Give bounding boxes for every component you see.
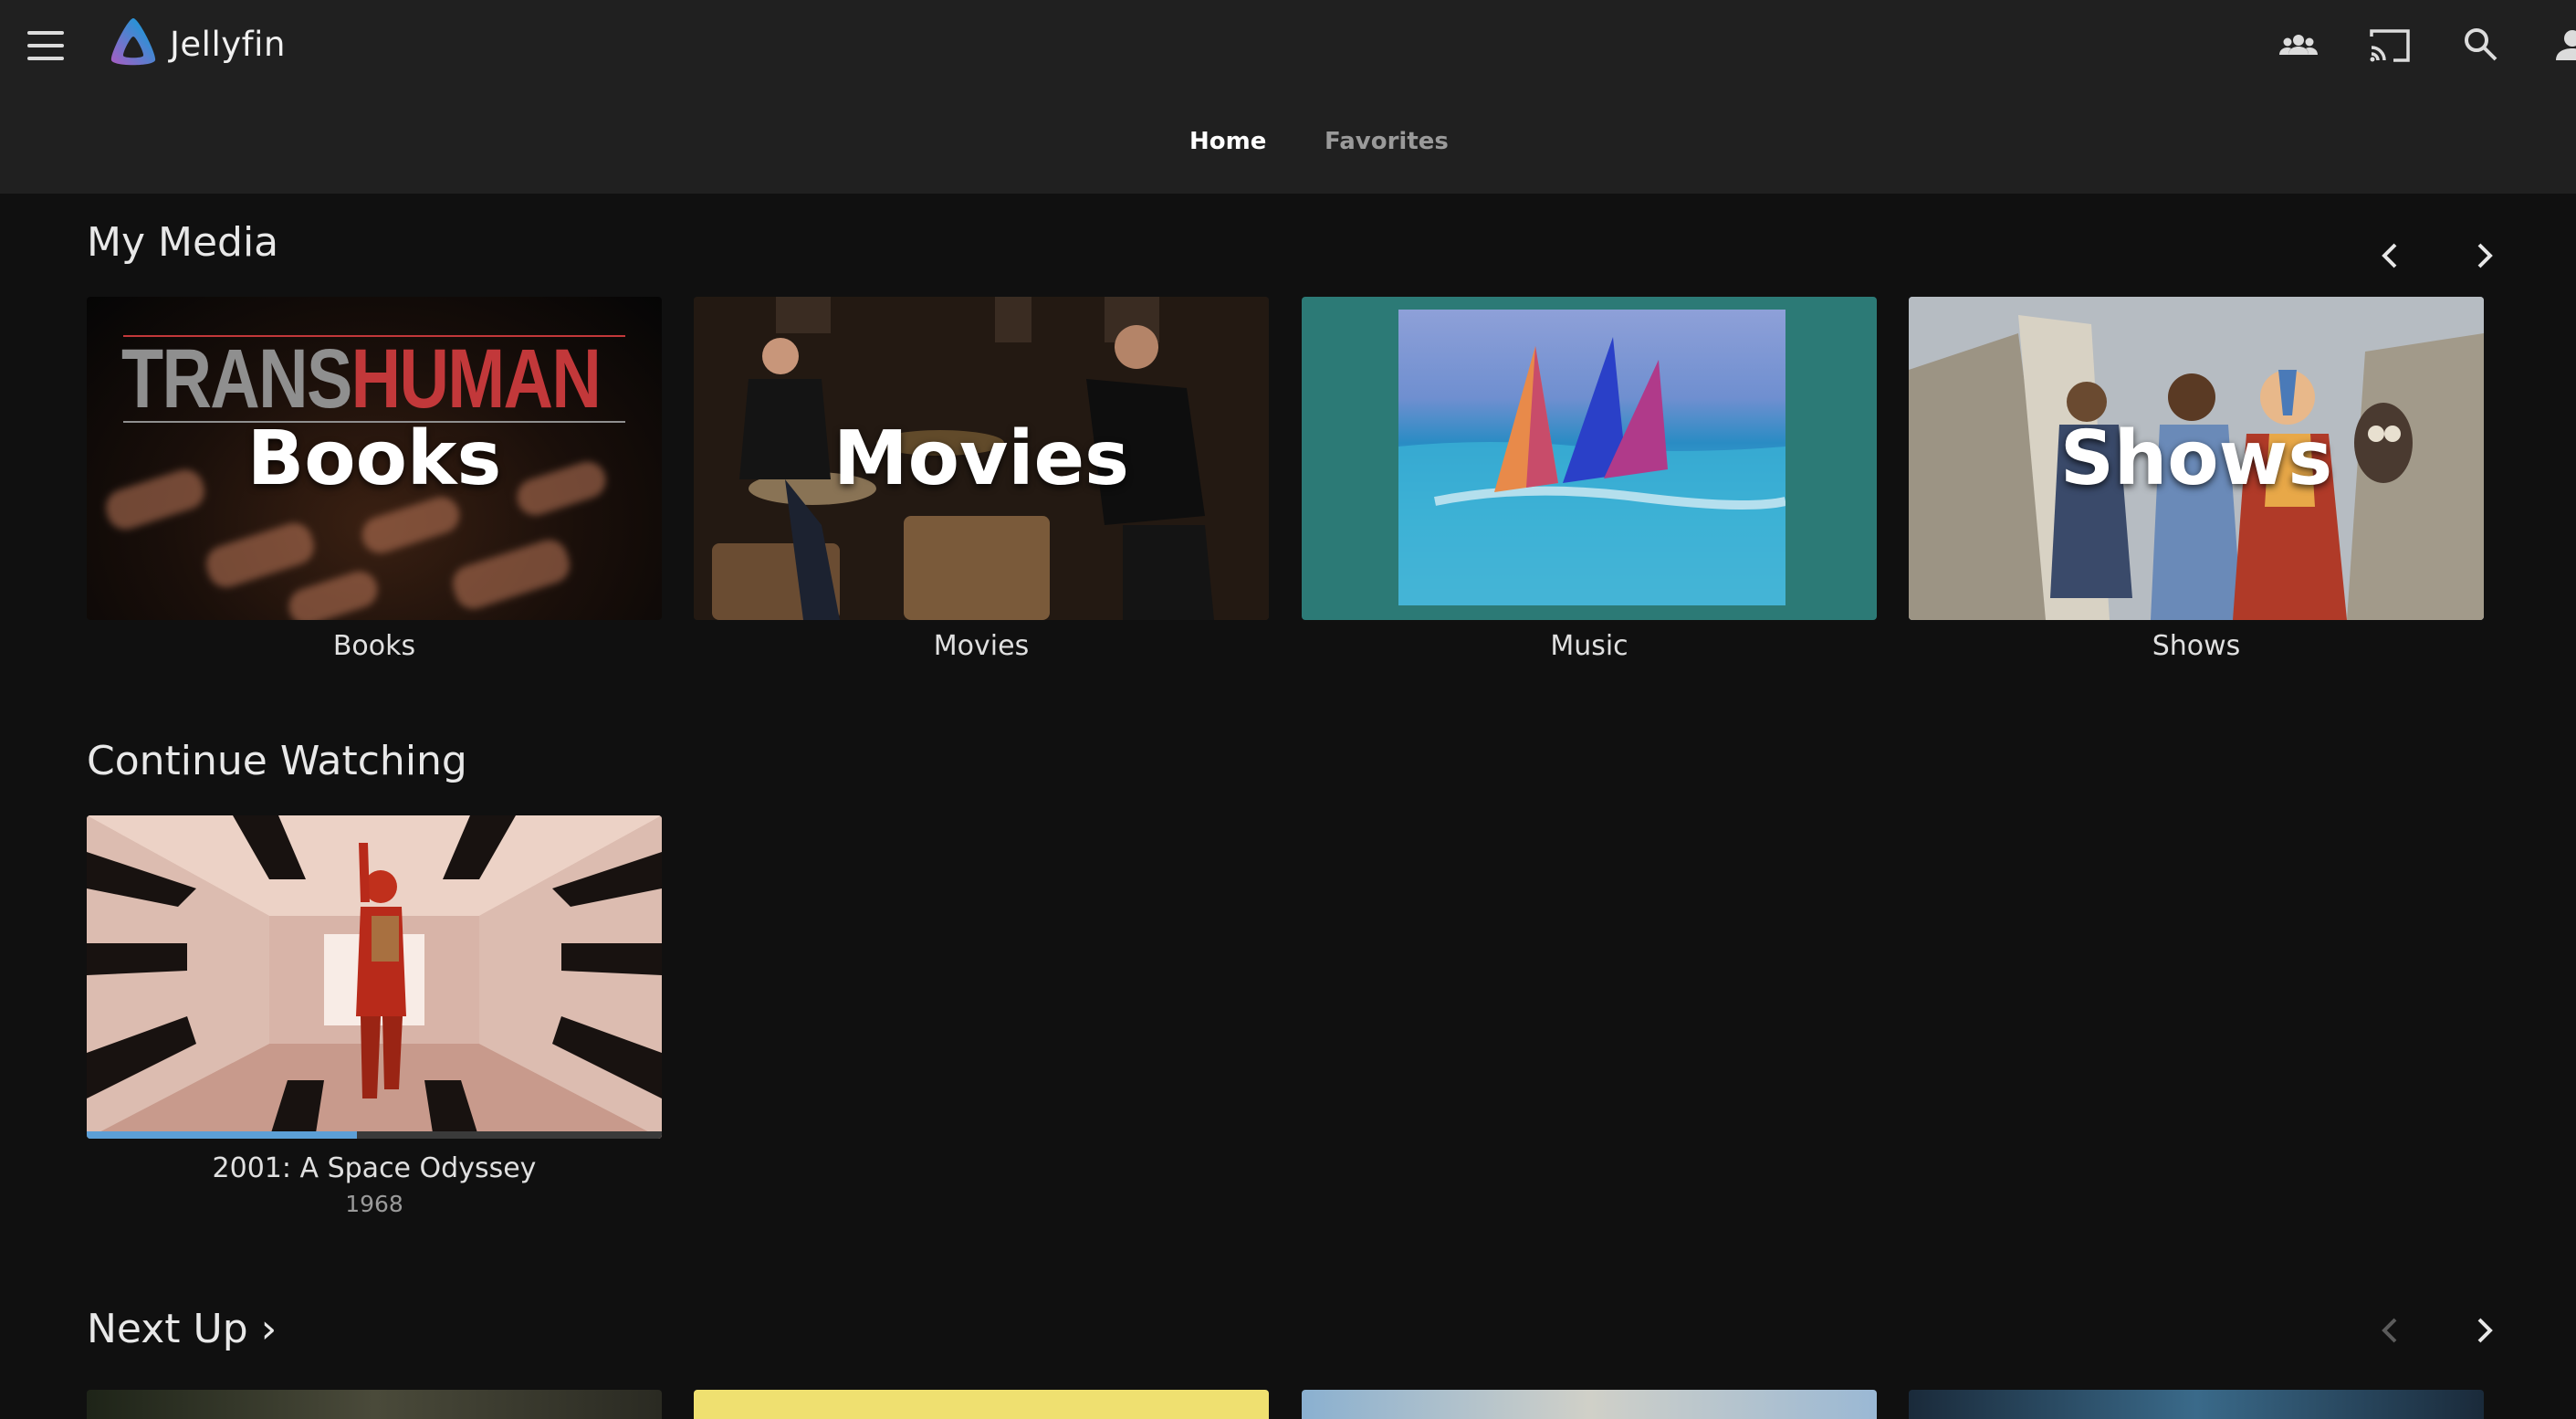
continue-year: 1968 xyxy=(345,1191,403,1217)
tab-favorites[interactable]: Favorites xyxy=(1325,128,1449,155)
app-name: Jellyfin xyxy=(170,24,286,64)
users-icon[interactable] xyxy=(2273,20,2324,71)
media-card-movies[interactable]: Movies xyxy=(694,297,1269,620)
next-up-card[interactable] xyxy=(1909,1390,2484,1419)
section-title-continue-watching: Continue Watching xyxy=(87,738,467,784)
next-up-card[interactable] xyxy=(1302,1390,1877,1419)
next-up-card[interactable] xyxy=(87,1390,662,1419)
user-icon[interactable] xyxy=(2547,20,2576,71)
next-up-scroll-left-button[interactable] xyxy=(2364,1303,2419,1358)
shows-overlay-title: Shows xyxy=(2059,415,2333,502)
media-card-books[interactable]: TRANSHUMAN Books xyxy=(87,297,662,620)
media-label-books[interactable]: Books xyxy=(87,630,662,662)
jellyfin-logo[interactable]: Jellyfin xyxy=(104,15,286,73)
tab-home[interactable]: Home xyxy=(1189,128,1266,155)
progress-bar-fill xyxy=(87,1131,358,1139)
menu-icon[interactable] xyxy=(27,31,64,60)
chevron-right-icon: › xyxy=(260,1306,277,1352)
app-header: Jellyfin Home Favorites xyxy=(0,0,2576,194)
progress-bar xyxy=(87,1131,662,1139)
space-odyssey-artwork xyxy=(87,815,662,1139)
media-label-music[interactable]: Music xyxy=(1302,630,1877,662)
music-artwork xyxy=(1302,297,1877,620)
continue-title[interactable]: 2001: A Space Odyssey xyxy=(87,1152,662,1184)
scroll-left-button[interactable] xyxy=(2364,228,2419,283)
search-icon[interactable] xyxy=(2456,20,2507,71)
media-label-shows[interactable]: Shows xyxy=(1909,630,2484,662)
section-title-next-up[interactable]: Next Up › xyxy=(87,1306,277,1352)
next-up-card[interactable] xyxy=(694,1390,1269,1419)
section-title-my-media: My Media xyxy=(87,219,279,266)
next-up-label: Next Up xyxy=(87,1306,248,1352)
books-overlay-title: Books xyxy=(246,415,502,502)
scroll-right-button[interactable] xyxy=(2456,228,2510,283)
next-up-scroll-right-button[interactable] xyxy=(2456,1303,2510,1358)
movies-overlay-title: Movies xyxy=(833,415,1129,502)
cast-icon[interactable] xyxy=(2364,20,2415,71)
jellyfin-logo-icon xyxy=(110,18,156,66)
media-label-movies[interactable]: Movies xyxy=(694,630,1269,662)
media-card-music[interactable] xyxy=(1302,297,1877,620)
continue-card-2001[interactable] xyxy=(87,815,662,1139)
media-card-shows[interactable]: Shows xyxy=(1909,297,2484,620)
